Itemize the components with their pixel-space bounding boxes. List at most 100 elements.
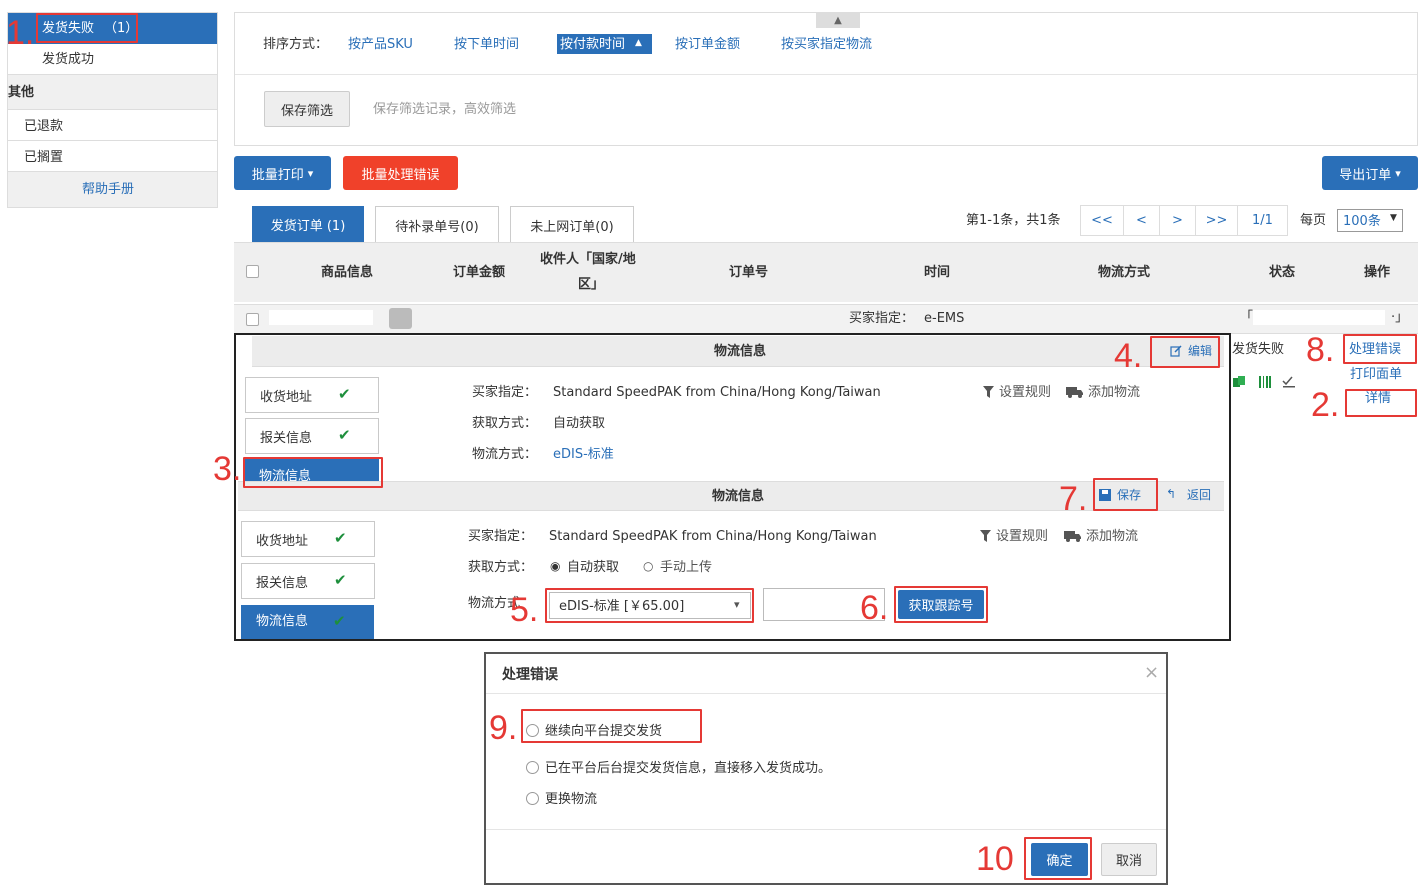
sort-by-sku[interactable]: 按产品SKU: [348, 38, 413, 51]
page-prev-label: <: [1136, 213, 1147, 228]
col-order-number: 订单号: [729, 265, 769, 280]
callout-box-2: [1345, 389, 1417, 417]
page-last-button[interactable]: >>: [1196, 205, 1238, 236]
close-icon[interactable]: ×: [1144, 664, 1159, 682]
page-first-button[interactable]: <<: [1080, 205, 1124, 236]
col-product-info: 商品信息: [321, 265, 374, 280]
callout-number-1: 1.: [6, 14, 35, 52]
option-change-logistics[interactable]: 更换物流: [526, 788, 646, 807]
truck-icon: [1064, 531, 1081, 542]
col-status: 状态: [1269, 265, 1296, 280]
pagination-summary: 第1-1条，共1条: [966, 213, 1061, 228]
panel1-add-logistics[interactable]: 添加物流: [1066, 385, 1146, 401]
sort-panel: ▲ 排序方式： 按产品SKU 按下单时间 按付款时间 ▲ 按订单金额 按买家指定…: [234, 12, 1418, 146]
panel2-tab-logistics[interactable]: 物流信息 ✔: [241, 605, 374, 639]
buyer-spec-label: 买家指定：: [849, 311, 915, 326]
check-icon: ✔: [338, 385, 351, 403]
batch-print-label: 批量打印: [251, 167, 304, 183]
sort-by-pay-time[interactable]: 按付款时间 ▲: [557, 34, 652, 54]
callout-box-6: [894, 586, 988, 623]
panel1-tab-customs[interactable]: 报关信息 ✔: [245, 418, 379, 454]
cancel-button[interactable]: 取消: [1101, 843, 1157, 876]
col-time: 时间: [924, 265, 951, 280]
barcode-icon[interactable]: [1258, 375, 1272, 389]
truck-icon: [1066, 387, 1083, 398]
page-next-button[interactable]: >: [1160, 205, 1196, 236]
filter-icon: [983, 386, 994, 398]
dialog-footer-divider: [486, 829, 1166, 830]
save-filter-button[interactable]: 保存筛选: [264, 91, 350, 127]
sidebar-item-refunded[interactable]: 已退款: [8, 109, 217, 140]
sidebar-item-onhold[interactable]: 已搁置: [8, 140, 217, 171]
action-icons: [1232, 374, 1302, 390]
sort-asc-icon: ▲: [635, 38, 642, 48]
tab-label: 发货订单 (1): [270, 218, 346, 234]
callout-number-2: 2.: [1311, 386, 1340, 424]
callout-box-5: [545, 588, 754, 623]
tab-not-online[interactable]: 未上网订单(0): [510, 206, 634, 243]
panel2-add-logistics[interactable]: 添加物流: [1064, 529, 1144, 545]
tab-label: 报关信息: [256, 575, 309, 591]
select-all-checkbox[interactable]: [246, 265, 259, 278]
check-icon: ✔: [334, 571, 347, 589]
panel1-fetch-label: 获取方式：: [472, 416, 538, 431]
print-label-link[interactable]: 打印面单: [1350, 368, 1402, 381]
buyer-spec-value: e-EMS: [924, 311, 965, 326]
tab-label: 收货地址: [256, 533, 309, 549]
copy-icon[interactable]: [1232, 375, 1246, 389]
set-rules-label: 设置规则: [996, 529, 1049, 544]
help-manual-link[interactable]: 帮助手册: [82, 183, 134, 196]
caret-down-icon: ▼: [1390, 213, 1397, 223]
row-checkbox[interactable]: [246, 313, 259, 326]
tab-label: 报关信息: [260, 430, 313, 446]
tab-pending-tracking[interactable]: 待补录单号(0): [375, 206, 499, 243]
panel2-tab-address[interactable]: 收货地址 ✔: [241, 521, 375, 557]
save-filter-label: 保存筛选: [280, 103, 333, 119]
sort-option-label: 按付款时间: [560, 37, 626, 52]
mark-done-icon[interactable]: [1282, 375, 1296, 389]
panel1-title: 物流信息: [714, 344, 767, 359]
panel2-set-rules[interactable]: 设置规则: [980, 529, 1055, 545]
check-icon: ✔: [333, 612, 346, 630]
callout-number-9: 9.: [489, 709, 518, 747]
caret-down-icon: ▾: [1395, 166, 1401, 180]
export-orders-button[interactable]: 导出订单 ▾: [1322, 156, 1418, 190]
batch-print-button[interactable]: 批量打印 ▾: [234, 156, 331, 190]
panel2-tab-customs[interactable]: 报关信息 ✔: [241, 563, 375, 599]
panel2-back-button[interactable]: ↰ 返回: [1166, 487, 1220, 505]
panel1-set-rules[interactable]: 设置规则: [983, 385, 1058, 401]
radio-icon: ○: [643, 559, 654, 573]
sort-by-amount[interactable]: 按订单金额: [675, 38, 740, 51]
option-move-to-success[interactable]: 已在平台后台提交发货信息，直接移入发货成功。: [526, 757, 906, 776]
col-order-amount: 订单金额: [453, 265, 506, 280]
panel2-fetch-label: 获取方式：: [468, 560, 534, 575]
page-indicator-label: 1/1: [1252, 213, 1273, 228]
col-recipient-line2: 区」: [578, 277, 605, 292]
radio-icon: [526, 792, 539, 805]
collapse-toggle[interactable]: ▲: [816, 12, 860, 28]
panel1-tab-address[interactable]: 收货地址 ✔: [245, 377, 379, 413]
panel2-title: 物流信息: [712, 489, 765, 504]
tab-shipping-orders[interactable]: 发货订单 (1): [252, 206, 364, 242]
batch-handle-errors-button[interactable]: 批量处理错误: [343, 156, 458, 190]
sort-by-buyer-logistics[interactable]: 按买家指定物流: [781, 38, 872, 51]
check-icon: ✔: [334, 529, 347, 547]
fetch-auto-radio[interactable]: ◉ 自动获取: [550, 559, 630, 575]
radio-icon: [526, 761, 539, 774]
caret-down-icon: ▾: [307, 166, 314, 180]
product-thumbnail: [389, 308, 412, 329]
sidebar-item-success[interactable]: 发货成功: [8, 44, 217, 74]
callout-number-8: 8.: [1306, 331, 1335, 369]
panel2-buyer-spec-label: 买家指定：: [468, 529, 534, 544]
sort-by-order-time[interactable]: 按下单时间: [454, 38, 519, 51]
per-page-select[interactable]: 100条 ▼: [1337, 209, 1403, 232]
sidebar-help[interactable]: 帮助手册: [8, 171, 217, 207]
check-icon: ✔: [338, 426, 351, 444]
dialog-title: 处理错误: [502, 667, 558, 683]
option-label: 已在平台后台提交发货信息，直接移入发货成功。: [545, 761, 832, 776]
cancel-label: 取消: [1115, 854, 1142, 869]
back-arrow-icon: ↰: [1166, 487, 1177, 501]
fetch-manual-radio[interactable]: ○ 手动上传: [643, 559, 723, 575]
page-prev-button[interactable]: <: [1124, 205, 1160, 236]
redacted-field: [1253, 310, 1385, 325]
